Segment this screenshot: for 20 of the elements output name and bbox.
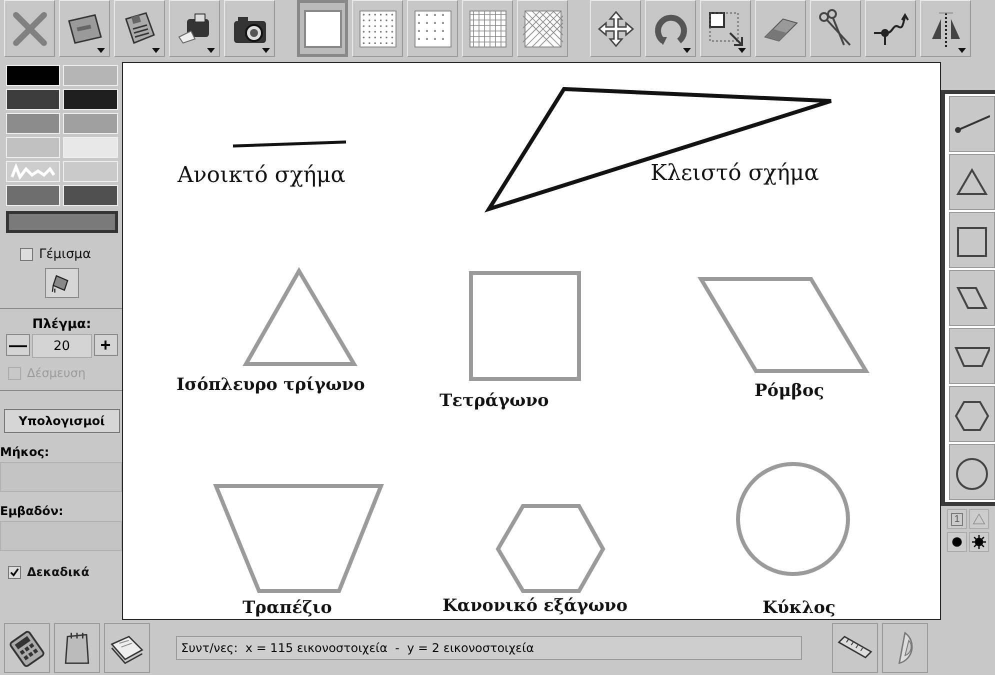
shape-label: Τραπέζιο — [242, 598, 332, 618]
shape-label: Κανονικό εξάγωνο — [442, 596, 628, 616]
length-label: Μήκος: — [0, 445, 50, 459]
shape-label: Ανοικτό σχήμα — [178, 163, 346, 188]
shape-label: Κύκλος — [762, 598, 836, 618]
number-label-button[interactable]: 1 — [947, 509, 967, 529]
area-label: Εμβαδόν: — [0, 504, 64, 518]
fill-label: Γέμισμα — [39, 247, 92, 262]
shape-label: Τετράγωνο — [440, 391, 549, 411]
decimals-label: Δεκαδικά — [27, 565, 90, 579]
decrease-button[interactable]: — — [6, 334, 30, 356]
grid-label: Πλέγμα: — [31, 317, 92, 332]
shape-label: Ρόμβος — [754, 381, 824, 401]
shape-label: Ισόπλευρο τρίγωνο — [176, 375, 365, 395]
increase-button[interactable]: + — [94, 334, 118, 356]
shape-label: Κλειστό σχήμα — [650, 161, 820, 186]
coordinates-status: Συντ/νες: x = 115 εικονοστοιχεία - y = 2 εικονοστοιχεία — [176, 636, 802, 660]
drawing-canvas[interactable]: Ανοικτό σχήμα Κλειστό σχήμα Ισόπλευρο τρίγωνο Τετράγωνο Ρόμβος Τραπέζιο Κανονικό εξάγωνο Κύκλος — [122, 62, 941, 620]
grid-size-field[interactable]: 20 — [32, 334, 92, 358]
calculations-button[interactable]: Υπολογισμοί — [4, 409, 120, 433]
